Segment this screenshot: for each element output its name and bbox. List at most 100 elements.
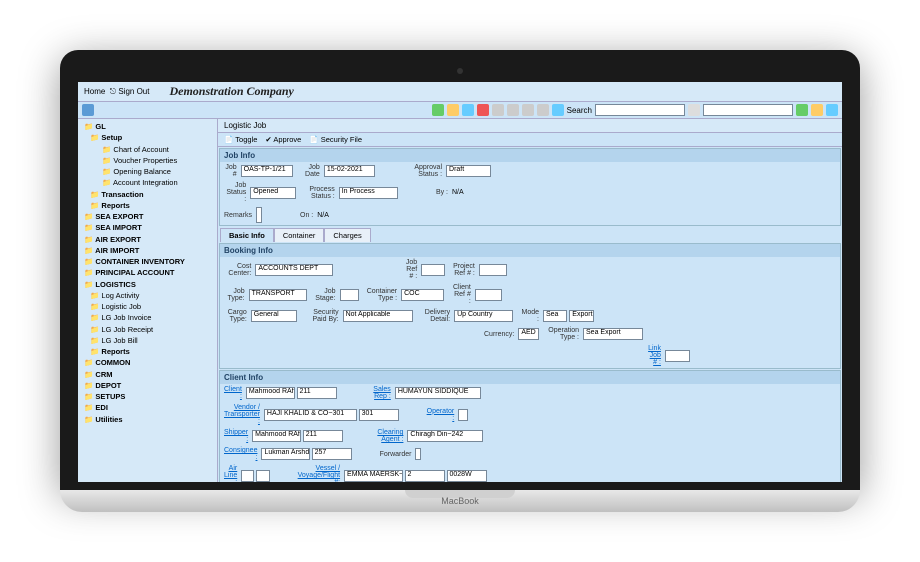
client-input[interactable]: Mahmood RAfi~211 [246, 387, 295, 399]
tree-item[interactable]: 📁 LOGISTICS [80, 279, 215, 290]
consignee-input[interactable]: Lukman Arshd~257 [261, 448, 309, 460]
cagent-label[interactable]: Clearing Agent : [371, 429, 406, 443]
tree-item[interactable]: 📁 Logistic Job [80, 301, 215, 312]
shipper-label[interactable]: Shipper : [224, 429, 250, 443]
client-code[interactable]: 211 [297, 387, 337, 399]
security-action[interactable]: 📄 Security File [309, 135, 362, 144]
mode2-select[interactable]: Export [569, 310, 593, 322]
tree-item[interactable]: 📁 AIR IMPORT [80, 245, 215, 256]
tree-item[interactable]: 📁 Chart of Account [80, 144, 215, 155]
shipper-code[interactable]: 211 [303, 430, 343, 442]
vessel-code[interactable]: 2 [405, 470, 445, 482]
operator-label[interactable]: Operator : [427, 408, 457, 422]
secpaid-select[interactable]: Not Applicable [343, 310, 413, 322]
tree-item[interactable]: 📁 Voucher Properties [80, 155, 215, 166]
tree-item[interactable]: 📁 Setup [80, 132, 215, 143]
status-label: Job Status : [224, 182, 248, 203]
search-field-1[interactable] [595, 104, 685, 116]
tree-item[interactable]: 📁 Opening Balance [80, 166, 215, 177]
status-select[interactable]: Opened [250, 187, 296, 199]
cref-input[interactable] [475, 289, 502, 301]
tree-item[interactable]: 📁 Transaction [80, 189, 215, 200]
vessel-label[interactable]: Vessel / Voyage/Flight #: [298, 465, 342, 482]
tree-item[interactable]: 📁 LG Job Invoice [80, 312, 215, 323]
tree-item[interactable]: 📁 SETUPS [80, 391, 215, 402]
sales-label[interactable]: Sales Rep : [365, 386, 393, 400]
optype-select[interactable]: Sea Export [583, 328, 643, 340]
jobtype-select[interactable]: TRANSPORT [249, 289, 308, 301]
airline-label[interactable]: Air Line : [224, 465, 239, 482]
consignee-code[interactable]: 257 [312, 448, 352, 460]
go-icon[interactable] [796, 104, 808, 116]
tab-basic-info[interactable]: Basic Info [220, 228, 274, 242]
tree-item[interactable]: 📁 LG Job Bill [80, 335, 215, 346]
linkjob-input[interactable] [665, 350, 690, 362]
tree-item[interactable]: 📁 Utilities [80, 414, 215, 425]
toolbar-icon[interactable] [82, 104, 94, 116]
cc-select[interactable]: ACCOUNTS DEPT [255, 264, 333, 276]
approval-select[interactable]: Draft [446, 165, 491, 177]
tree-item[interactable]: 📁 CONTAINER INVENTORY [80, 256, 215, 267]
tree-item[interactable]: 📁 Reports [80, 346, 215, 357]
client-label[interactable]: Client : [224, 386, 244, 400]
process-select[interactable]: In Process [339, 187, 398, 199]
consignee-label[interactable]: Consignee : [224, 447, 259, 461]
home-link[interactable]: Home [84, 87, 105, 96]
tab-charges[interactable]: Charges [324, 228, 370, 242]
tree-item[interactable]: 📁 Log Activity [80, 290, 215, 301]
tree-item[interactable]: 📁 GL [80, 121, 215, 132]
cagent-input[interactable]: Chiragh Din~242 [407, 430, 483, 442]
tree-item[interactable]: 📁 SEA EXPORT [80, 211, 215, 222]
tree-item[interactable]: 📁 EDI [80, 402, 215, 413]
cur-select[interactable]: AED [518, 328, 538, 340]
nav-last-icon[interactable] [537, 104, 549, 116]
delete-icon[interactable] [477, 104, 489, 116]
print-icon[interactable] [552, 104, 564, 116]
tree-item[interactable]: 📁 DEPOT [80, 380, 215, 391]
new-icon[interactable] [432, 104, 444, 116]
projref-input[interactable] [479, 264, 508, 276]
cargo-select[interactable]: General [251, 310, 297, 322]
tree-item[interactable]: 📁 LG Job Receipt [80, 324, 215, 335]
linkjob-label[interactable]: Link Job # : [644, 345, 663, 366]
mode1-select[interactable]: Sea [543, 310, 567, 322]
tab-container[interactable]: Container [274, 228, 325, 242]
search-field-2[interactable] [703, 104, 793, 116]
save-icon[interactable] [462, 104, 474, 116]
approve-action[interactable]: ✔ Approve [265, 135, 301, 144]
delivery-select[interactable]: Up Country [454, 310, 513, 322]
help-icon[interactable] [826, 104, 838, 116]
remarks-input[interactable] [256, 207, 262, 223]
tree-item[interactable]: 📁 COMMON [80, 357, 215, 368]
tree-item[interactable]: 📁 Reports [80, 200, 215, 211]
nav-first-icon[interactable] [492, 104, 504, 116]
refresh-icon[interactable] [811, 104, 823, 116]
vendor-label[interactable]: Vendor / Transporter : [224, 404, 262, 425]
tree-item[interactable]: 📁 AIR EXPORT [80, 234, 215, 245]
open-icon[interactable] [447, 104, 459, 116]
signout-link[interactable]: Sign Out [118, 87, 149, 96]
jobno-input[interactable]: OAS-TP-1/21 [241, 165, 294, 177]
tree-item[interactable]: 📁 SEA IMPORT [80, 222, 215, 233]
tree-item[interactable]: 📁 Account Integration [80, 177, 215, 188]
nav-prev-icon[interactable] [507, 104, 519, 116]
airline-input[interactable] [241, 470, 254, 482]
by-label: By : [436, 189, 450, 196]
vendor-code[interactable]: 301 [359, 409, 399, 421]
shipper-input[interactable]: Mahmood RAfi~211 [252, 430, 301, 442]
tree-item[interactable]: 📁 CRM [80, 369, 215, 380]
tree-item[interactable]: 📁 PRINCIPAL ACCOUNT [80, 267, 215, 278]
vendor-input[interactable]: HAJI KHALID & CO~301 [264, 409, 357, 421]
jobref-input[interactable] [421, 264, 445, 276]
nav-next-icon[interactable] [522, 104, 534, 116]
voyage-input[interactable]: 0028W [447, 470, 487, 482]
toggle-action[interactable]: 📄 Toggle [224, 135, 257, 144]
jobstage-select[interactable] [340, 289, 359, 301]
jobdate-input[interactable]: 15-02-2021 [324, 165, 375, 177]
operator-input[interactable] [458, 409, 468, 421]
ctype-select[interactable]: COC [401, 289, 443, 301]
forwarder-input[interactable] [415, 448, 421, 460]
sales-input[interactable]: HUMAYUN SIDDIQUE [395, 387, 482, 399]
vessel-input[interactable]: EMMA MAERSK~2 [344, 470, 402, 482]
airline-code[interactable] [256, 470, 269, 482]
